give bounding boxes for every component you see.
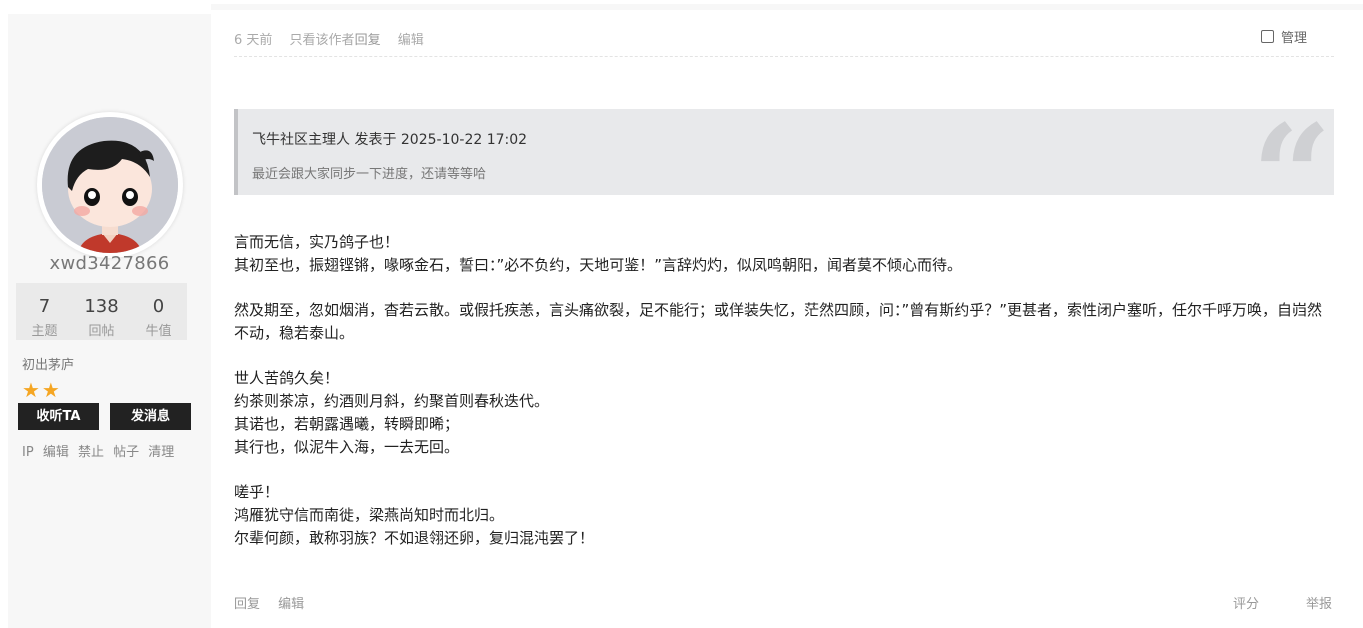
footer-reply-link[interactable]: 回复 [234, 597, 260, 612]
text-line: 其诺也，若朝露遇曦，转瞬即晞； [234, 415, 460, 433]
stat-topics[interactable]: 7 主题 [16, 283, 73, 340]
text-line: 其行也，似泥牛入海，一去无回。 [234, 438, 460, 456]
text-line: 尔辈何颜，敢称羽族？不如退翎还卵，复归混沌罢了！ [234, 529, 595, 547]
admin-ban-link[interactable]: 禁止 [78, 445, 104, 460]
follow-button[interactable]: 收听TA [18, 403, 99, 430]
post-meta: 6 天前 只看该作者回复 编辑 [234, 29, 437, 48]
rank-stars-icon: ★★ [22, 378, 62, 402]
post-footer-actions: 回复 编辑 [234, 593, 318, 612]
admin-posts-link[interactable]: 帖子 [113, 445, 139, 460]
report-link[interactable]: 举报 [1306, 593, 1332, 612]
user-stats: 7 主题 138 回帖 0 牛值 [16, 283, 187, 340]
paragraph: 然及期至，忽如烟消，杳若云散。或假托疾恙，言头痛欲裂，足不能行；或佯装失忆，茫然… [234, 299, 1334, 345]
avatar[interactable] [37, 112, 183, 258]
avatar-cartoon-icon [42, 117, 178, 253]
text-line: 世人苦鸽久矣！ [234, 369, 340, 387]
avatar-image [42, 117, 178, 253]
stat-replies-value: 138 [84, 296, 119, 317]
text-line: 约茶则茶凉，约酒则月斜，约聚首则春秋迭代。 [234, 392, 550, 410]
checkbox-icon [1261, 30, 1274, 43]
only-author-label: 只看该作者 [289, 33, 355, 48]
stat-points-label: 牛值 [145, 324, 172, 339]
footer-edit-link[interactable]: 编辑 [278, 597, 304, 612]
stat-points-value: 0 [152, 296, 165, 317]
paragraph: 嗟乎！ 鸿雁犹守信而南徙，梁燕尚知时而北归。尔辈何颜，敢称羽族？不如退翎还卵，复归… [234, 481, 1334, 550]
stat-points[interactable]: 0 牛值 [130, 283, 187, 340]
paragraph: 言而无信，实乃鸽子也！ 其初至也，振翅铿锵，喙啄金石，誓曰：”必不负约，天地可鉴！… [234, 231, 1334, 277]
only-author-reply-link[interactable]: 只看该作者回复 [290, 33, 381, 48]
text-line: 言而无信，实乃鸽子也！ [234, 233, 400, 251]
text-line: 鸿雁犹守信而南徙，梁燕尚知时而北归。 [234, 506, 505, 524]
stat-topics-label: 主题 [31, 324, 58, 339]
send-message-button[interactable]: 发消息 [110, 403, 191, 430]
text-line: 嗟乎！ [234, 483, 280, 501]
username-link[interactable]: xwd3427866 [8, 253, 211, 274]
paragraph: 世人苦鸽久矣！ 约茶则茶凉，约酒则月斜，约聚首则春秋迭代。 其诺也，若朝露遇曦，转瞬… [234, 367, 1334, 459]
admin-ip-link[interactable]: IP [22, 445, 34, 460]
stat-replies[interactable]: 138 回帖 [73, 283, 130, 340]
text-line: 然及期至，忽如烟消，杳若云散。或假托疾恙，言头痛欲裂，足不能行；或佯装失忆，茫然… [234, 301, 1323, 342]
manage-checkbox[interactable]: 管理 [1261, 27, 1307, 46]
manage-label: 管理 [1281, 31, 1308, 46]
user-rank[interactable]: 初出茅庐 [22, 354, 74, 373]
admin-links: IP 编辑 禁止 帖子 清理 [22, 441, 179, 460]
stat-replies-label: 回帖 [88, 324, 115, 339]
admin-clean-link[interactable]: 清理 [148, 445, 174, 460]
quote-body: 最近会跟大家同步一下进度，还请等等哈 [252, 167, 487, 182]
rate-link[interactable]: 评分 [1233, 593, 1259, 612]
post-main: 6 天前 只看该作者回复 编辑 管理 飞牛社区主理人 发表于 2025-10-2… [211, 10, 1363, 628]
reply-label: 回复 [354, 33, 381, 48]
edit-link[interactable]: 编辑 [398, 33, 424, 48]
divider [234, 56, 1334, 57]
quote-mark-icon: “ [1251, 95, 1332, 259]
post-content: 言而无信，实乃鸽子也！ 其初至也，振翅铿锵，喙啄金石，誓曰：”必不负约，天地可鉴！… [234, 231, 1334, 572]
quote-header: 飞牛社区主理人 发表于 2025-10-22 17:02 [252, 132, 528, 148]
stat-topics-value: 7 [38, 296, 51, 317]
post-time: 6 天前 [234, 33, 273, 48]
text-line: 其初至也，振翅铿锵，喙啄金石，誓曰：”必不负约，天地可鉴！”言辞灼灼，似凤鸣朝阳… [234, 256, 963, 274]
admin-edit-link[interactable]: 编辑 [43, 445, 69, 460]
quote-block: 飞牛社区主理人 发表于 2025-10-22 17:02 最近会跟大家同步一下进… [234, 107, 1334, 247]
